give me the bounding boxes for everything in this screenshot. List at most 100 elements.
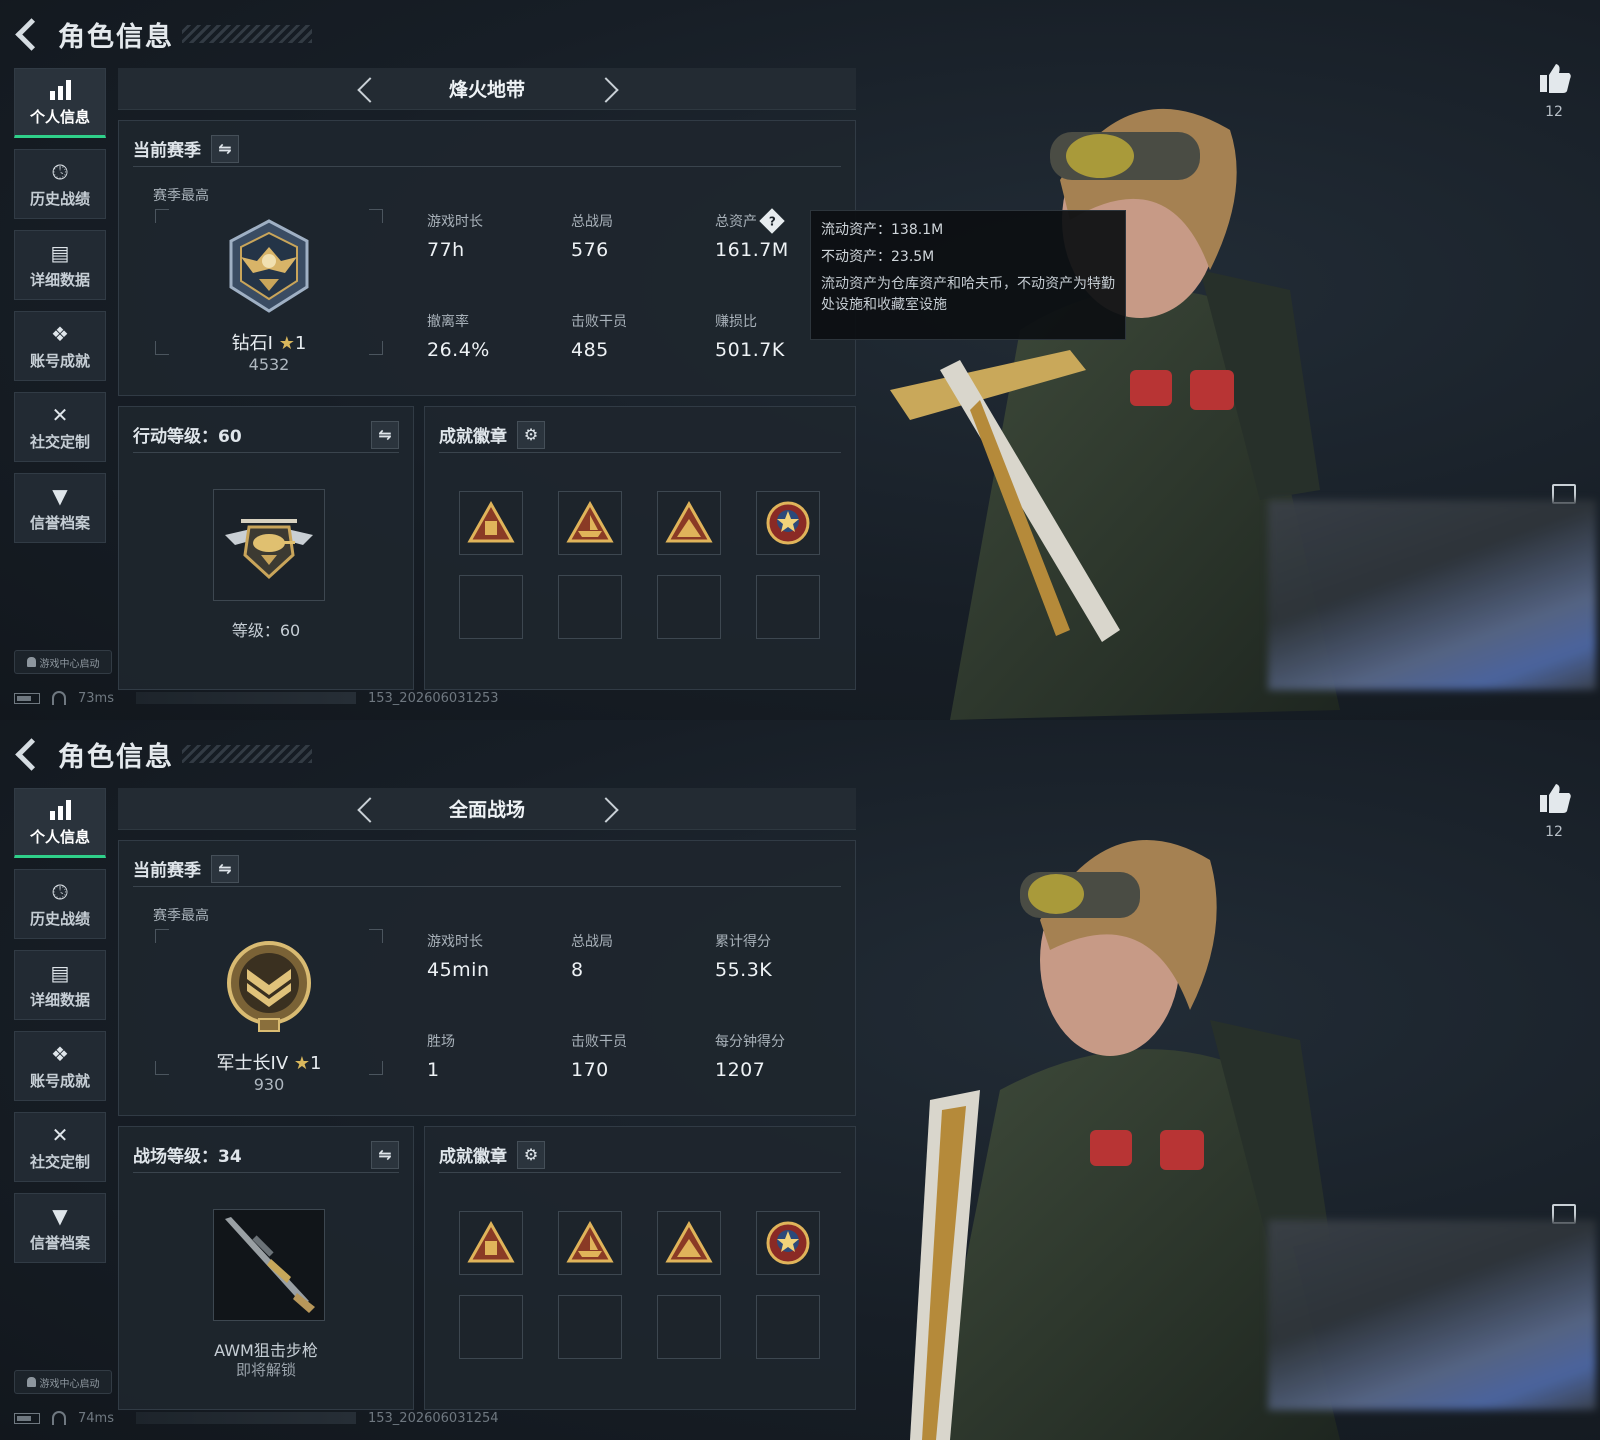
sidebar-item-credit[interactable]: ▼ 信誉档案 <box>14 473 106 543</box>
badge-slot-2[interactable] <box>558 1211 622 1275</box>
sidebar-item-label: 信誉档案 <box>29 513 90 532</box>
sidebar-item-achievements[interactable]: ❖ 账号成就 <box>14 1031 106 1101</box>
thumbs-up-icon[interactable] <box>1538 782 1572 814</box>
panel-header: 当前赛季 ⇋ <box>133 131 841 167</box>
panel-header: 当前赛季 ⇋ <box>133 851 841 887</box>
sidebar-item-achievements[interactable]: ❖ 账号成就 <box>14 311 106 381</box>
sidebar-item-social[interactable]: ✕ 社交定制 <box>14 392 106 462</box>
game-center-launch[interactable]: 游戏中心启动 <box>14 650 112 674</box>
swap-icon[interactable]: ⇋ <box>371 1140 399 1169</box>
screen-blazing-zone: 角色信息 个人信息 🕓︎ 历史战绩 ▤ 详细数据 ❖ 账号成就 ✕ 社交定制 ▼… <box>0 0 1600 720</box>
sidebar-item-personal-info[interactable]: 个人信息 <box>14 788 106 858</box>
sidebar-item-personal-info[interactable]: 个人信息 <box>14 68 106 138</box>
badge-slot-6[interactable] <box>558 575 622 639</box>
launch-label: 游戏中心启动 <box>39 1378 100 1390</box>
triangle-mountain-badge-icon <box>665 1221 713 1263</box>
title-decoration <box>182 25 312 43</box>
badge-slot-7[interactable] <box>657 1295 721 1359</box>
badge-slot-5[interactable] <box>459 1295 523 1359</box>
stat-extraction-rate: 撤离率 26.4% <box>427 314 490 361</box>
sergeant-rank-emblem-icon <box>227 941 311 1032</box>
stat-play-time: 游戏时长 77h <box>427 214 483 261</box>
badge-slot-4[interactable] <box>756 1211 820 1275</box>
tooltip-note: 流动资产为仓库资产和哈夫币，不动资产为特勤处设施和收藏室设施 <box>821 275 1115 314</box>
thumbs-up-icon[interactable] <box>1538 62 1572 94</box>
mode-name: 烽火地带 <box>448 79 525 101</box>
bar-chart-icon <box>48 798 72 822</box>
triangle-supply-badge-icon <box>467 501 515 543</box>
tools-icon: ✕ <box>51 402 69 427</box>
sidebar-item-detail-data[interactable]: ▤ 详细数据 <box>14 230 106 300</box>
launch-label: 游戏中心启动 <box>39 658 100 670</box>
sidebar-item-label: 账号成就 <box>29 1071 90 1090</box>
sidebar-item-history[interactable]: 🕓︎ 历史战绩 <box>14 869 106 939</box>
help-icon[interactable]: ? <box>759 208 785 234</box>
badge-slot-3[interactable] <box>657 491 721 555</box>
stat-total-matches: 总战局 576 <box>571 214 613 261</box>
chevron-right-icon[interactable] <box>587 69 631 109</box>
gear-icon[interactable]: ⚙ <box>517 420 545 449</box>
triangle-supply-badge-icon <box>467 1221 515 1263</box>
badge-slot-3[interactable] <box>657 1211 721 1275</box>
tooltip-liquid-assets: 流动资产：138.1M <box>821 222 944 238</box>
badge-slot-2[interactable] <box>558 491 622 555</box>
level-emblem-frame <box>213 489 325 601</box>
bell-icon <box>26 1377 36 1387</box>
badge-slot-6[interactable] <box>558 1295 622 1359</box>
triangle-boat-badge-icon <box>566 501 614 543</box>
tools-icon: ✕ <box>51 1122 69 1147</box>
achievement-icon: ❖ <box>51 321 69 346</box>
sidebar-item-social[interactable]: ✕ 社交定制 <box>14 1112 106 1182</box>
sidebar: 个人信息 🕓︎ 历史战绩 ▤ 详细数据 ❖ 账号成就 ✕ 社交定制 ▼ 信誉档案 <box>14 68 106 554</box>
bell-icon <box>26 657 36 667</box>
wifi-icon <box>52 691 66 705</box>
badge-slot-8[interactable] <box>756 1295 820 1359</box>
badge-slot-1[interactable] <box>459 1211 523 1275</box>
sidebar-item-label: 详细数据 <box>29 990 90 1009</box>
panel-title: 成就徽章 <box>439 427 507 447</box>
back-arrow-icon[interactable] <box>14 739 44 769</box>
rank-score: 930 <box>253 1075 285 1094</box>
status-footer: 73ms 153_202606031253 <box>14 688 499 708</box>
sidebar-item-label: 社交定制 <box>29 432 90 451</box>
stat-wins: 胜场 1 <box>427 1034 455 1081</box>
like-count: 12 <box>1545 824 1563 840</box>
weapon-frame <box>213 1209 325 1321</box>
sidebar-item-detail-data[interactable]: ▤ 详细数据 <box>14 950 106 1020</box>
level-panel: 行动等级：60 ⇋ 等级：60 <box>118 406 414 690</box>
sidebar-item-history[interactable]: 🕓︎ 历史战绩 <box>14 149 106 219</box>
level-caption: 等级：60 <box>231 621 301 640</box>
blurred-panel <box>1268 500 1596 690</box>
stat-operators-defeated: 击败干员 485 <box>571 314 627 361</box>
rank-name: 钻石I ★1 <box>231 333 307 354</box>
chevron-right-icon[interactable] <box>587 789 631 829</box>
swap-icon[interactable]: ⇋ <box>211 134 239 163</box>
weapon-name: AWM狙击步枪 <box>214 1341 318 1360</box>
back-arrow-icon[interactable] <box>14 19 44 49</box>
chevron-left-icon[interactable] <box>343 69 387 109</box>
build-id: 153_202606031253 <box>367 690 499 706</box>
badge-slot-5[interactable] <box>459 575 523 639</box>
swap-icon[interactable]: ⇋ <box>371 420 399 449</box>
badge-slot-8[interactable] <box>756 575 820 639</box>
wifi-icon <box>52 1411 66 1425</box>
swap-icon[interactable]: ⇋ <box>211 854 239 883</box>
badge-slot-7[interactable] <box>657 575 721 639</box>
gear-icon[interactable]: ⚙ <box>517 1140 545 1169</box>
triangle-mountain-badge-icon <box>665 501 713 543</box>
shield-icon: ▼ <box>52 1203 68 1228</box>
sidebar-item-label: 信誉档案 <box>29 1233 90 1252</box>
shield-icon: ▼ <box>52 483 68 508</box>
sidebar-item-credit[interactable]: ▼ 信誉档案 <box>14 1193 106 1263</box>
badge-slot-1[interactable] <box>459 491 523 555</box>
header: 角色信息 <box>14 14 312 54</box>
chevron-left-icon[interactable] <box>343 789 387 829</box>
sidebar-item-label: 历史战绩 <box>29 189 90 208</box>
game-center-launch[interactable]: 游戏中心启动 <box>14 1370 112 1394</box>
assets-tooltip: 流动资产：138.1M 不动资产：23.5M 流动资产为仓库资产和哈夫币，不动资… <box>810 210 1126 340</box>
panel-title: 当前赛季 <box>133 861 201 881</box>
star-medal-badge-icon <box>766 1221 810 1265</box>
build-id: 153_202606031254 <box>367 1410 499 1426</box>
badge-slot-4[interactable] <box>756 491 820 555</box>
diamond-rank-emblem-icon <box>229 219 309 313</box>
